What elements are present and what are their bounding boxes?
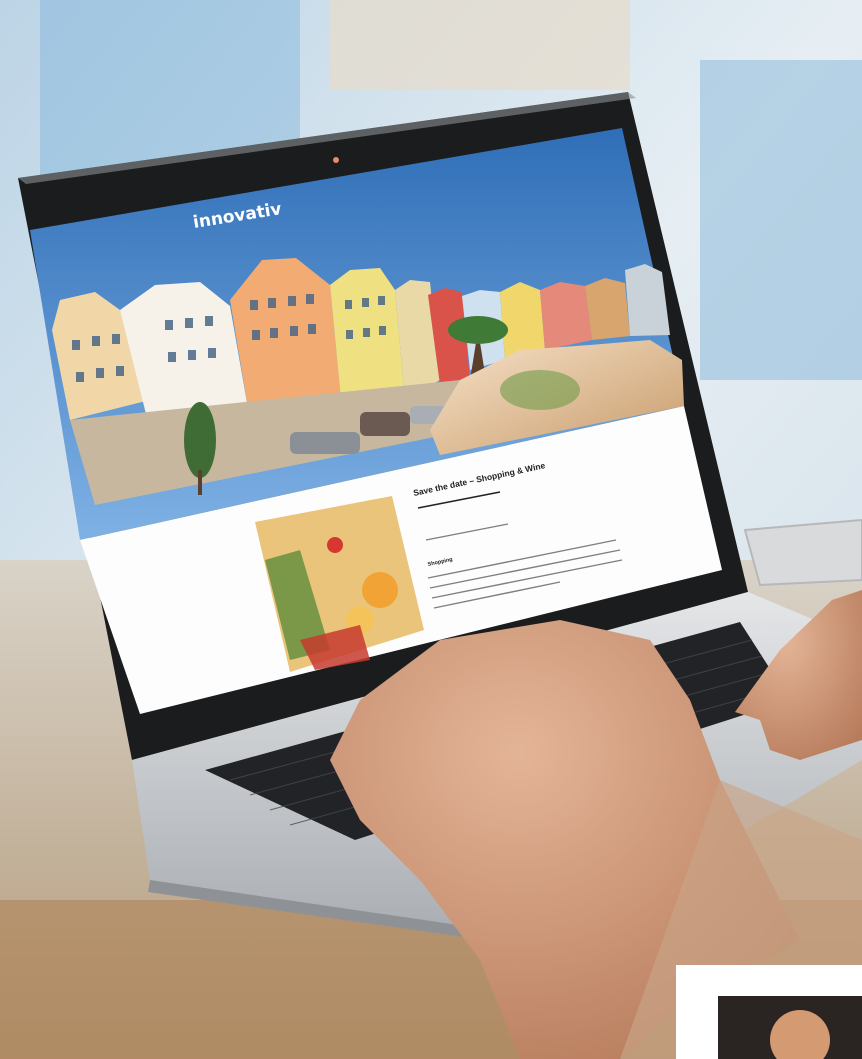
webcam [333,157,339,163]
photo-scene [0,0,862,1059]
phone [743,518,862,587]
